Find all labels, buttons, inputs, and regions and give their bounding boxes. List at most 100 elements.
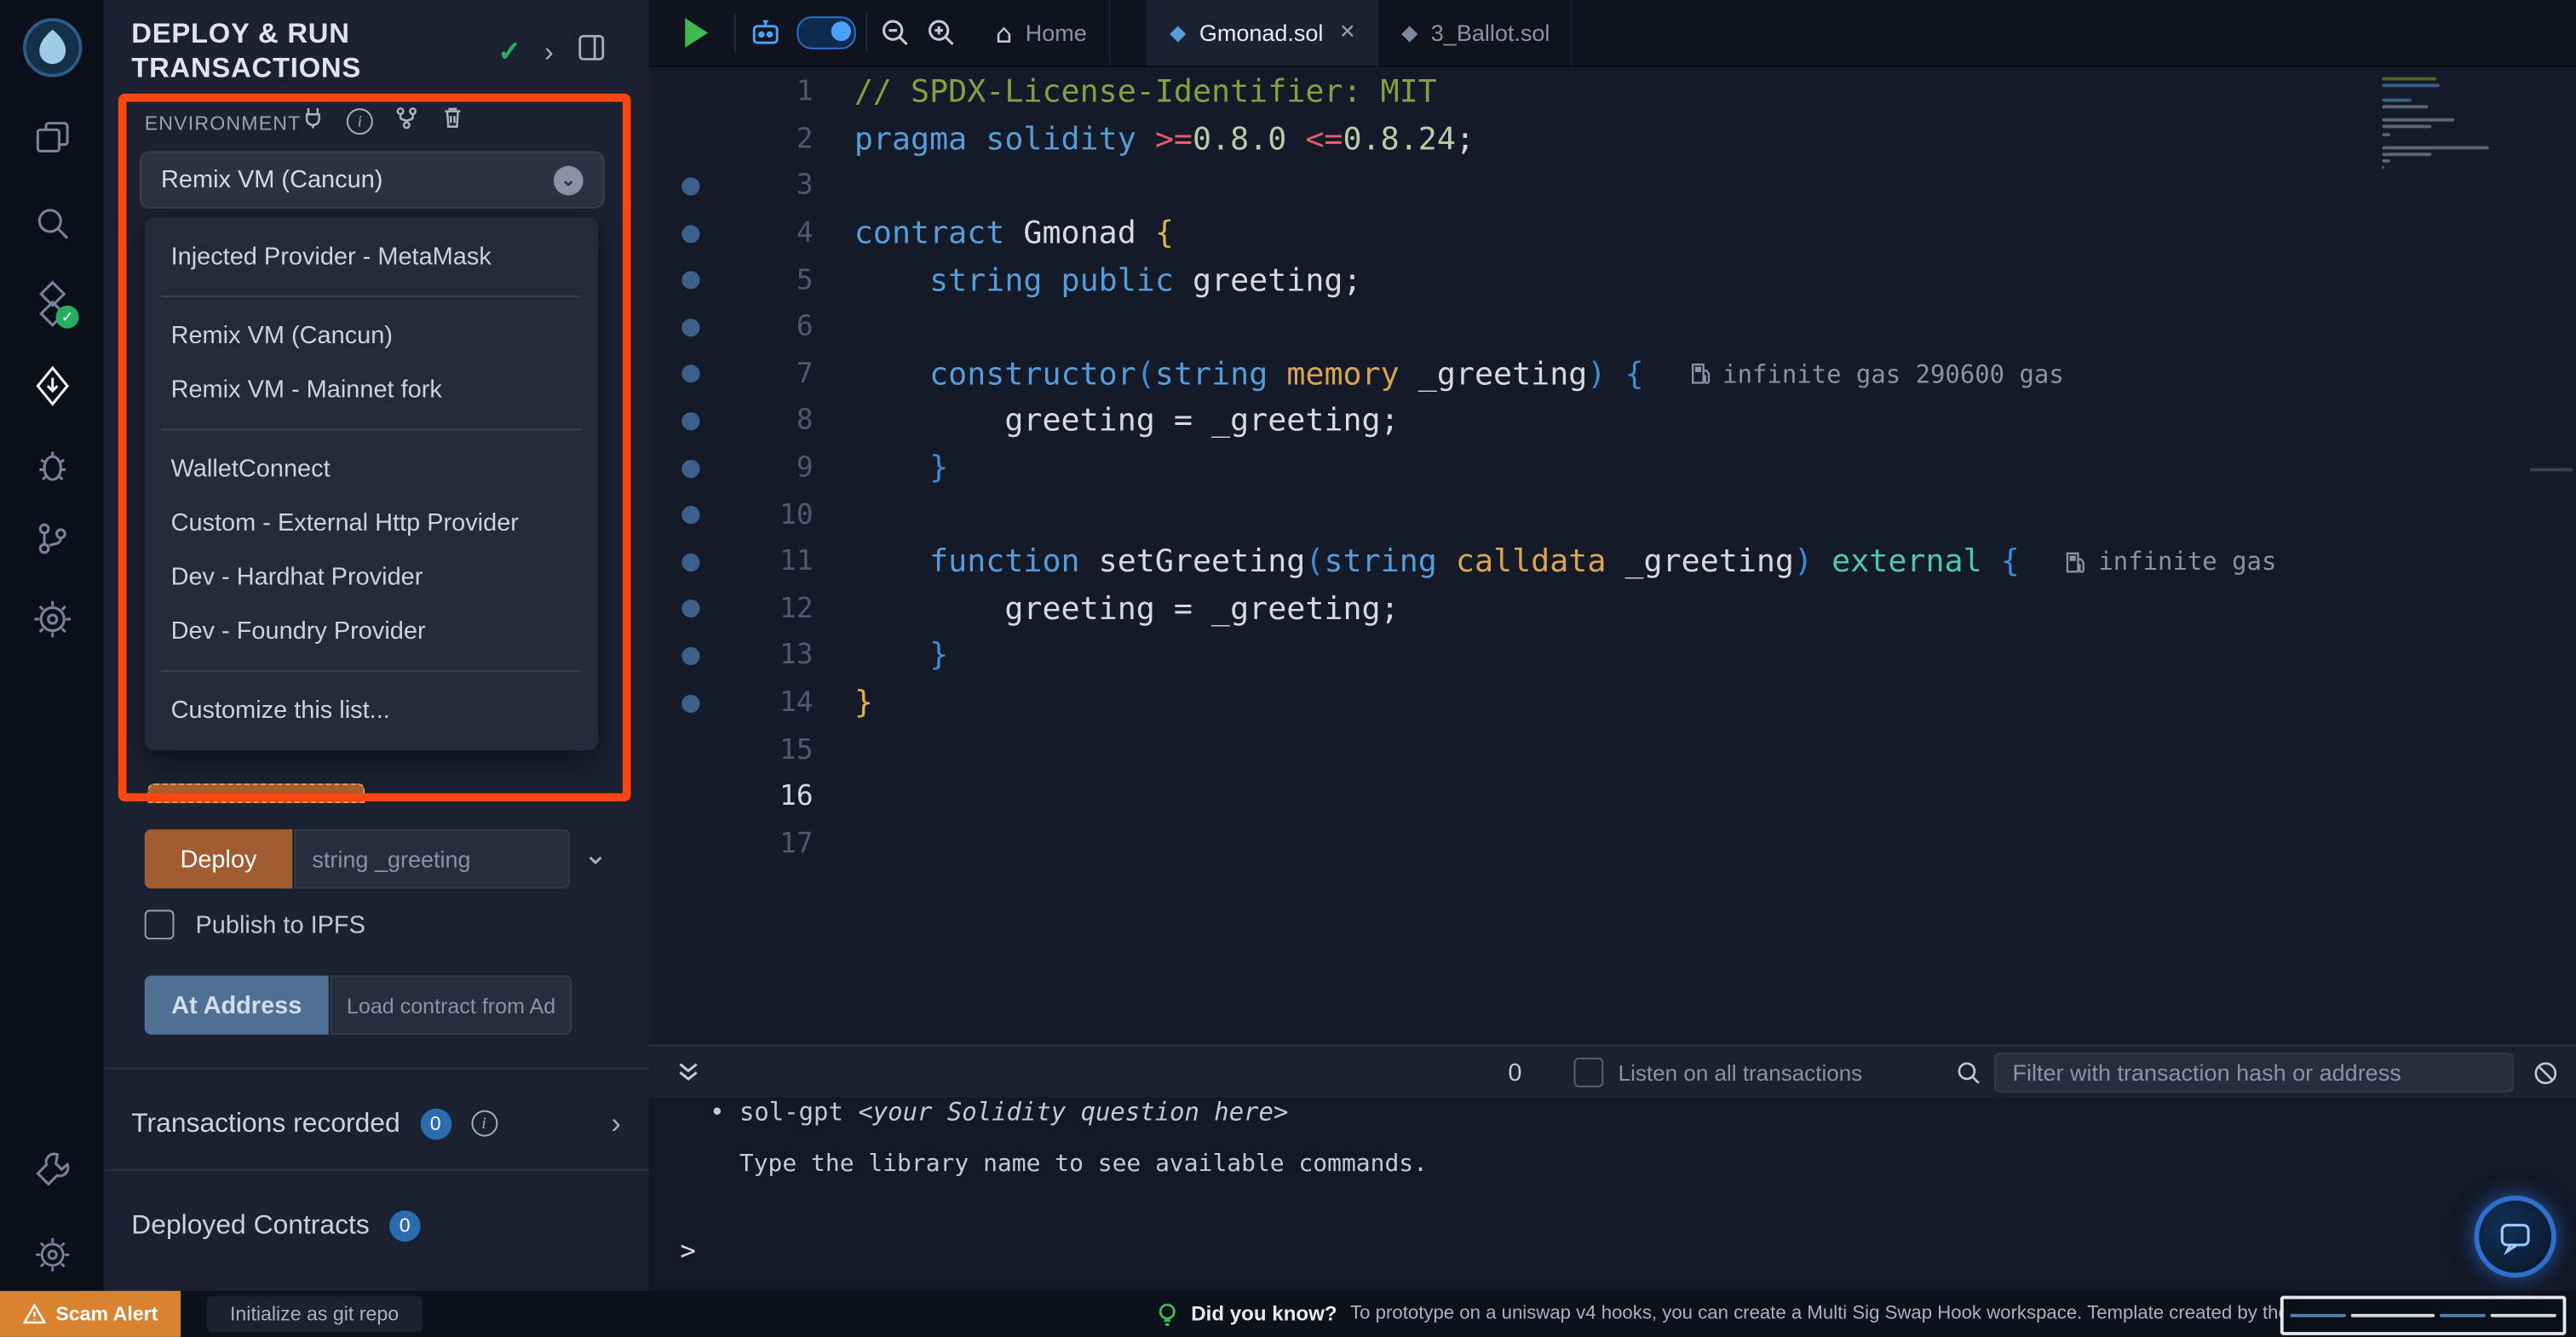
deploy-args-input[interactable] — [294, 829, 571, 889]
search-icon[interactable] — [1955, 1046, 1983, 1099]
gutter-dot[interactable] — [681, 600, 699, 618]
code-line: 12 greeting = _greeting; — [649, 586, 2576, 633]
debugger-icon[interactable] — [0, 447, 103, 486]
search-icon[interactable] — [0, 204, 103, 243]
chevron-down-icon[interactable]: ⌄ — [584, 838, 608, 872]
line-number: 6 — [796, 311, 814, 344]
tab-gmonad[interactable]: ◆ Gmonad.sol × — [1147, 0, 1378, 66]
menu-divider — [160, 296, 582, 298]
did-you-know-tip: Did you know? To prototype on a uniswap … — [1157, 1291, 2428, 1337]
file-explorer-icon[interactable] — [0, 118, 103, 158]
gutter-dot[interactable] — [681, 364, 699, 384]
remix-logo[interactable] — [0, 13, 103, 82]
env-option[interactable]: Remix VM - Mainnet fork — [145, 363, 598, 417]
home-icon: ⌂ — [995, 17, 1013, 49]
deploy-button[interactable]: Deploy — [144, 829, 293, 889]
minimap-line — [2382, 159, 2391, 164]
env-option[interactable]: Dev - Hardhat Provider — [145, 550, 598, 605]
deployed-contracts-row: Deployed Contracts 0 — [103, 1189, 648, 1261]
solidity-file-icon: ◆ — [1170, 20, 1187, 45]
line-number: 10 — [779, 498, 814, 532]
gutter-dot[interactable] — [681, 271, 699, 290]
env-option[interactable]: Remix VM (Cancun) — [145, 309, 598, 364]
tab-ballot-label: 3_Ballot.sol — [1430, 20, 1550, 46]
remix-ide-window: ✓ DEPLOY & RUN TRANSACTIONS ✓ › ENVIRONM… — [0, 0, 2576, 1337]
init-git-repo-button[interactable]: Initialize as git repo — [206, 1295, 423, 1333]
plugin-manager-icon[interactable] — [0, 598, 103, 640]
deployed-contracts-count-badge: 0 — [388, 1209, 421, 1242]
code-editor[interactable]: 1// SPDX-License-Identifier: MIT 2 pragma … — [648, 67, 2576, 1045]
env-option[interactable]: Customize this list... — [145, 683, 598, 737]
pin-panel-icon[interactable] — [577, 33, 607, 71]
gutter-dot[interactable] — [681, 646, 699, 665]
code-line: 9 } — [649, 445, 2576, 491]
gutter-dot[interactable] — [681, 177, 699, 196]
info-icon[interactable]: i — [346, 108, 373, 135]
plug-icon[interactable] — [301, 105, 325, 138]
environment-select[interactable]: Remix VM (Cancun) ⌄ — [139, 151, 605, 209]
environment-label: ENVIRONMENT — [144, 112, 302, 135]
gutter-dot[interactable] — [681, 411, 699, 431]
minimap-line — [2382, 118, 2455, 122]
gutter-dot[interactable] — [681, 459, 699, 478]
collapse-terminal-icon[interactable] — [676, 1046, 702, 1099]
tab-ballot[interactable]: ◆ 3_Ballot.sol — [1380, 0, 1573, 66]
code-line: 6 — [649, 304, 2576, 351]
tab-home[interactable]: ⌂ Home — [975, 0, 1110, 66]
ai-assistant-icon[interactable] — [747, 0, 783, 66]
listen-all-label: Listen on all transactions — [1618, 1059, 1863, 1085]
publish-ipfs-label: Publish to IPFS — [195, 910, 365, 939]
terminal[interactable]: • sol-gpt <your Solidity question here> … — [648, 1097, 2576, 1291]
env-option[interactable]: Dev - Foundry Provider — [145, 605, 598, 659]
info-icon[interactable]: i — [470, 1110, 497, 1137]
tools-icon[interactable] — [0, 1150, 103, 1189]
zoom-out-icon[interactable] — [879, 0, 912, 66]
gutter-dot[interactable] — [681, 693, 699, 713]
deployed-contracts-label: Deployed Contracts — [131, 1209, 370, 1240]
fork-icon[interactable] — [394, 105, 419, 138]
minimap-line — [2382, 132, 2391, 136]
at-address-input[interactable] — [330, 975, 572, 1035]
scam-alert-button[interactable]: Scam Alert — [0, 1290, 181, 1337]
line-number: 16 — [779, 780, 814, 814]
gutter-dot[interactable] — [681, 224, 699, 243]
deploy-run-icon[interactable] — [0, 364, 103, 407]
git-icon[interactable] — [0, 519, 103, 558]
activity-bar: ✓ — [0, 0, 104, 1291]
gutter-dot[interactable] — [681, 506, 699, 525]
panel-title: DEPLOY & RUN TRANSACTIONS — [131, 18, 362, 84]
env-option[interactable]: WalletConnect — [145, 442, 598, 496]
menu-divider — [160, 669, 582, 672]
minimap[interactable] — [2382, 77, 2513, 194]
listen-all-checkbox[interactable] — [1573, 1046, 1604, 1099]
close-tab-icon[interactable]: × — [1340, 18, 1355, 48]
env-option[interactable]: Injected Provider - MetaMask — [145, 230, 598, 284]
publish-ipfs-checkbox[interactable] — [144, 910, 175, 940]
run-script-button[interactable] — [685, 0, 709, 66]
trash-icon[interactable] — [440, 105, 465, 138]
env-option[interactable]: Custom - External Http Provider — [145, 496, 598, 550]
ai-chat-bubble[interactable] — [2474, 1195, 2556, 1278]
publish-ipfs-row: Publish to IPFS — [144, 910, 365, 940]
settings-gear-icon[interactable] — [0, 1235, 103, 1274]
at-address-button[interactable]: At Address — [144, 975, 329, 1035]
deploy-run-panel: DEPLOY & RUN TRANSACTIONS ✓ › ENVIRONMEN… — [103, 0, 649, 1291]
ai-copilot-toggle[interactable] — [796, 0, 856, 66]
line-number: 2 — [796, 123, 814, 157]
solidity-compiler-icon[interactable]: ✓ — [0, 279, 103, 329]
editor-scrollbar-mark[interactable] — [2529, 468, 2573, 472]
zoom-in-icon[interactable] — [925, 0, 958, 66]
clear-terminal-icon[interactable] — [2532, 1046, 2560, 1099]
code-line: 4 contract Gmonad { — [649, 209, 2576, 256]
screen: ✓ DEPLOY & RUN TRANSACTIONS ✓ › ENVIRONM… — [0, 0, 2576, 1337]
obscured-orange-button[interactable] — [147, 783, 365, 804]
transactions-recorded-row[interactable]: Transactions recorded 0 i › — [103, 1087, 648, 1160]
gutter-dot[interactable] — [681, 553, 699, 571]
chevron-right-icon[interactable]: › — [544, 35, 554, 68]
terminal-filter-input[interactable] — [1994, 1053, 2514, 1093]
screen-preview-thumbnail[interactable] — [2280, 1295, 2567, 1335]
terminal-line: Type the library name to see available c… — [739, 1151, 1428, 1178]
gutter-dot[interactable] — [681, 318, 699, 336]
code-line: 7 constructor(string memory _greeting) {… — [649, 351, 2576, 398]
chevron-right-icon[interactable]: › — [611, 1106, 621, 1140]
